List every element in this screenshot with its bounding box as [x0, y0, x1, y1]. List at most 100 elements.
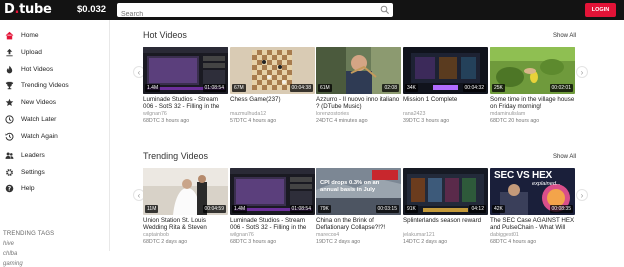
users-icon [5, 151, 14, 160]
video-card[interactable]: 34K 00:04:32 Mission 1 Complete rana2423… [403, 47, 488, 124]
view-count-badge: 25K [492, 84, 505, 92]
video-author[interactable]: wilgnan76 [143, 111, 167, 117]
top-bar: D.tube $0.032 LOGIN [0, 0, 624, 22]
sidebar-item-new-videos[interactable]: New Videos [0, 94, 110, 110]
thumbnail-overlay-subtext: explained... [532, 181, 561, 187]
help-icon: ? [5, 184, 14, 193]
duration-badge: 01:08:54 [289, 205, 313, 213]
video-author[interactable]: rana2423 [403, 111, 425, 117]
video-thumbnail[interactable]: 25K 00:02:01 [490, 47, 575, 94]
video-author[interactable]: lorenzostories [316, 111, 349, 117]
video-thumbnail[interactable]: 91K 04:12 [403, 168, 488, 215]
duration-badge: 04:12 [469, 205, 486, 213]
video-title[interactable]: Mission 1 Complete [403, 96, 489, 103]
video-author[interactable]: marecos4 [316, 232, 339, 238]
view-count-badge: 11M [145, 205, 159, 213]
chevron-right-icon: › [580, 190, 584, 200]
sidebar-item-leaders[interactable]: Leaders [0, 147, 110, 163]
duration-badge: 00:04:59 [202, 205, 226, 213]
video-title[interactable]: The SEC Case AGAINST HEX and PulseChain … [490, 217, 576, 232]
view-count-badge: 91K [405, 205, 418, 213]
sidebar-item-trending-videos[interactable]: Trending Videos [0, 77, 110, 93]
duration-badge: 00:03:15 [375, 205, 399, 213]
trending-tag[interactable]: chlba [3, 251, 17, 257]
video-thumbnail[interactable]: 34K 00:04:32 [403, 47, 488, 94]
show-all-trending-link[interactable]: Show All [553, 154, 576, 160]
video-card[interactable]: 1.4M 01:08:54 Luminade Studios - Stream … [230, 168, 315, 245]
sidebar-item-upload[interactable]: Upload [0, 44, 110, 60]
thumbnail-overlay-text: CPI drops 0.3% on an annual basis in Jul… [320, 180, 380, 193]
section-title-trending-videos: Trending Videos [143, 151, 209, 161]
video-thumbnail[interactable]: 1.4M 01:08:54 [230, 168, 315, 215]
search-box[interactable] [117, 3, 393, 22]
video-meta: 68DTC 3 hours ago [143, 118, 190, 124]
trending-tags-title: TRENDING TAGS [3, 231, 55, 237]
video-card[interactable]: 11M 00:04:59 Union Station St. Louis Wed… [143, 168, 228, 245]
star-icon [5, 98, 14, 107]
clock-icon [5, 114, 14, 124]
search-input[interactable] [117, 7, 375, 22]
video-title[interactable]: Chess Game(237) [230, 96, 316, 103]
video-thumbnail[interactable]: 1.4M 01:08:54 [143, 47, 228, 94]
search-icon[interactable] [380, 5, 390, 15]
video-card[interactable]: CPI drops 0.3% on an annual basis in Jul… [316, 168, 401, 245]
carousel-next-trending-button[interactable]: › [576, 189, 588, 201]
show-all-hot-link[interactable]: Show All [553, 33, 576, 39]
video-title[interactable]: Luminade Studios - Stream 006 - SotS 32 … [143, 96, 229, 111]
duration-badge: 01:08:54 [202, 84, 226, 92]
sidebar-item-watch-again[interactable]: Watch Again [0, 128, 110, 144]
video-card[interactable]: 61M 02:08 Azzurro - Il nuovo inno italia… [316, 47, 401, 124]
video-card[interactable]: 25K 00:02:01 Some time in the village ho… [490, 47, 575, 124]
login-button[interactable]: LOGIN [585, 3, 616, 17]
video-author[interactable]: captainbob [143, 232, 169, 238]
video-title[interactable]: Some time in the village house on Friday… [490, 96, 576, 111]
video-meta: 68DTC 20 hours ago [490, 118, 540, 124]
trending-tag[interactable]: hive [3, 241, 14, 247]
video-meta: 19DTC 2 days ago [316, 239, 361, 245]
video-author[interactable]: jelakumar121 [403, 232, 435, 238]
trending-tag[interactable]: gaming [3, 261, 23, 267]
video-meta: 57DTC 4 hours ago [230, 118, 277, 124]
video-meta: 14DTC 2 days ago [403, 239, 448, 245]
video-card[interactable]: 1.4M 01:08:54 Luminade Studios - Stream … [143, 47, 228, 124]
thumbnail-overlay-text: SEC VS HEX [494, 170, 553, 181]
token-price: $0.032 [77, 4, 107, 15]
sidebar: Home Upload Hot Videos Trending Videos N… [0, 20, 110, 267]
video-title[interactable]: China on the Brink of Deflationary Colla… [316, 217, 402, 232]
video-thumbnail[interactable]: 67M 00:04:38 [230, 47, 315, 94]
video-meta: 39DTC 3 hours ago [403, 118, 450, 124]
view-count-badge: 61M [318, 84, 332, 92]
sidebar-item-home[interactable]: Home [0, 27, 110, 43]
gear-icon [5, 168, 14, 177]
video-title[interactable]: Azzurro - Il nuovo inno italiano ? (DTub… [316, 96, 402, 111]
video-title[interactable]: Splinterlands season reward [403, 217, 489, 224]
duration-badge: 00:02:01 [549, 84, 573, 92]
video-thumbnail[interactable]: 11M 00:04:59 [143, 168, 228, 215]
sidebar-item-settings[interactable]: Settings [0, 164, 110, 180]
video-title[interactable]: Luminade Studios - Stream 006 - SotS 32 … [230, 217, 316, 232]
video-meta: 24DTC 4 minutes ago [316, 118, 368, 124]
video-thumbnail[interactable]: CPI drops 0.3% on an annual basis in Jul… [316, 168, 401, 215]
duration-badge: 02:08 [382, 84, 399, 92]
duration-badge: 00:04:32 [462, 84, 486, 92]
video-author[interactable]: mdaminulislam [490, 111, 525, 117]
video-author[interactable]: wilgnan76 [230, 232, 254, 238]
video-thumbnail[interactable]: 61M 02:08 [316, 47, 401, 94]
view-count-badge: 42K [492, 205, 505, 213]
video-card[interactable]: SEC VS HEX explained... 42K 00:08:35 The… [490, 168, 575, 245]
sidebar-item-hot-videos[interactable]: Hot Videos [0, 61, 110, 77]
video-author[interactable]: mazmulhuda12 [230, 111, 266, 117]
video-thumbnail[interactable]: SEC VS HEX explained... 42K 00:08:35 [490, 168, 575, 215]
video-card[interactable]: 67M 00:04:38 Chess Game(237) mazmulhuda1… [230, 47, 315, 124]
video-title[interactable]: Union Station St. Louis Wedding Rita & S… [143, 217, 229, 232]
upload-icon [5, 48, 14, 57]
view-count-badge: 1.4M [145, 84, 161, 92]
chevron-left-icon: ‹ [137, 67, 141, 77]
sidebar-item-watch-later[interactable]: Watch Later [0, 111, 110, 127]
carousel-next-hot-button[interactable]: › [576, 66, 588, 78]
video-author[interactable]: dabiggest01 [490, 232, 519, 238]
view-count-badge: 79K [318, 205, 331, 213]
sidebar-item-help[interactable]: ? Help [0, 180, 110, 196]
video-card[interactable]: 91K 04:12 Splinterlands season reward je… [403, 168, 488, 245]
dtube-logo[interactable]: D.tube [4, 2, 52, 17]
